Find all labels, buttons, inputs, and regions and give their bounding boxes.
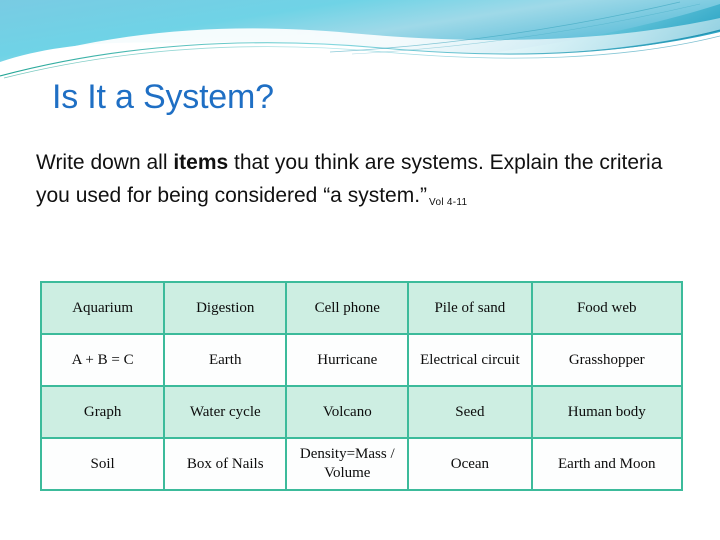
source-reference: Vol 4-11 xyxy=(429,197,468,208)
table-cell[interactable]: A + B = C xyxy=(39,333,166,387)
table-cell[interactable]: Earth xyxy=(163,333,288,387)
table-row: Soil Box of Nails Density=Mass / Volume … xyxy=(39,437,683,491)
table-row: Graph Water cycle Volcano Seed Human bod… xyxy=(39,385,683,439)
banner-swoosh-graphic xyxy=(0,0,720,80)
table-cell[interactable]: Pile of sand xyxy=(407,281,533,335)
body-text-part-1: Write down all xyxy=(36,151,174,174)
table-body: Aquarium Digestion Cell phone Pile of sa… xyxy=(39,281,683,491)
table-cell[interactable]: Aquarium xyxy=(39,281,166,335)
systems-items-table: Aquarium Digestion Cell phone Pile of sa… xyxy=(39,281,683,491)
table-cell[interactable]: Earth and Moon xyxy=(530,437,683,491)
table-cell[interactable]: Digestion xyxy=(163,281,288,335)
decorative-header-banner xyxy=(0,0,720,80)
table-row: A + B = C Earth Hurricane Electrical cir… xyxy=(39,333,683,387)
table-cell[interactable]: Food web xyxy=(530,281,683,335)
table-cell[interactable]: Seed xyxy=(407,385,533,439)
table-cell[interactable]: Soil xyxy=(39,437,166,491)
table-cell[interactable]: Box of Nails xyxy=(163,437,288,491)
table-cell[interactable]: Human body xyxy=(530,385,683,439)
body-paragraph: Write down all items that you think are … xyxy=(36,146,676,216)
table-cell[interactable]: Ocean xyxy=(407,437,533,491)
table-cell[interactable]: Electrical circuit xyxy=(407,333,533,387)
table-cell[interactable]: Hurricane xyxy=(285,333,410,387)
slide-canvas: Is It a System? Write down all items tha… xyxy=(0,0,720,540)
table-cell[interactable]: Cell phone xyxy=(285,281,410,335)
table-cell[interactable]: Density=Mass / Volume xyxy=(285,437,410,491)
page-title: Is It a System? xyxy=(52,78,274,116)
table-cell[interactable]: Volcano xyxy=(285,385,410,439)
body-text-emphasis: items xyxy=(173,151,229,174)
table-cell[interactable]: Grasshopper xyxy=(530,333,683,387)
table-cell[interactable]: Graph xyxy=(39,385,166,439)
table-row: Aquarium Digestion Cell phone Pile of sa… xyxy=(39,281,683,335)
table-cell[interactable]: Water cycle xyxy=(163,385,288,439)
